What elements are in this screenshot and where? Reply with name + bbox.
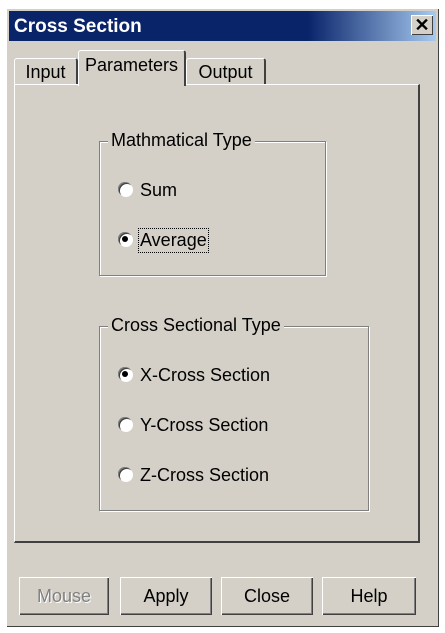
radio-average-label: Average <box>138 228 209 253</box>
window-title: Cross Section <box>14 16 142 37</box>
radio-y-indicator[interactable] <box>118 417 132 431</box>
apply-button[interactable]: Apply <box>120 577 212 615</box>
cross-sectional-type-legend: Cross Sectional Type <box>108 315 284 336</box>
radio-pip <box>122 236 128 242</box>
close-icon[interactable]: ✕ <box>411 15 433 35</box>
tab-input[interactable]: Input <box>14 58 78 84</box>
radio-z-label: Z-Cross Section <box>140 465 270 485</box>
close-button[interactable]: Close <box>221 577 313 615</box>
parameters-panel: Mathmatical Type Sum Average Cross Secti… <box>14 84 420 543</box>
tab-input-label: Input <box>25 62 66 82</box>
mouse-button[interactable]: Mouse <box>19 577 109 615</box>
radio-x-indicator[interactable] <box>118 367 132 381</box>
tab-output[interactable]: Output <box>186 58 266 84</box>
cross-sectional-type-group: Cross Sectional Type X-Cross Section Y-C… <box>99 315 369 511</box>
tab-parameters-label: Parameters <box>84 55 179 75</box>
radio-average-indicator[interactable] <box>118 232 132 246</box>
tab-parameters[interactable]: Parameters <box>78 50 186 86</box>
title-bar[interactable]: Cross Section ✕ <box>9 11 436 41</box>
radio-y-label: Y-Cross Section <box>140 415 269 435</box>
radio-sum-indicator[interactable] <box>118 182 132 196</box>
radio-x-label: X-Cross Section <box>140 365 271 385</box>
mathematical-type-legend: Mathmatical Type <box>108 130 255 151</box>
mathematical-type-group: Mathmatical Type Sum Average <box>99 130 326 276</box>
radio-z-indicator[interactable] <box>118 467 132 481</box>
radio-pip <box>122 371 128 377</box>
radio-sum-label: Sum <box>140 180 178 200</box>
tab-output-label: Output <box>198 62 253 82</box>
help-button[interactable]: Help <box>322 577 416 615</box>
